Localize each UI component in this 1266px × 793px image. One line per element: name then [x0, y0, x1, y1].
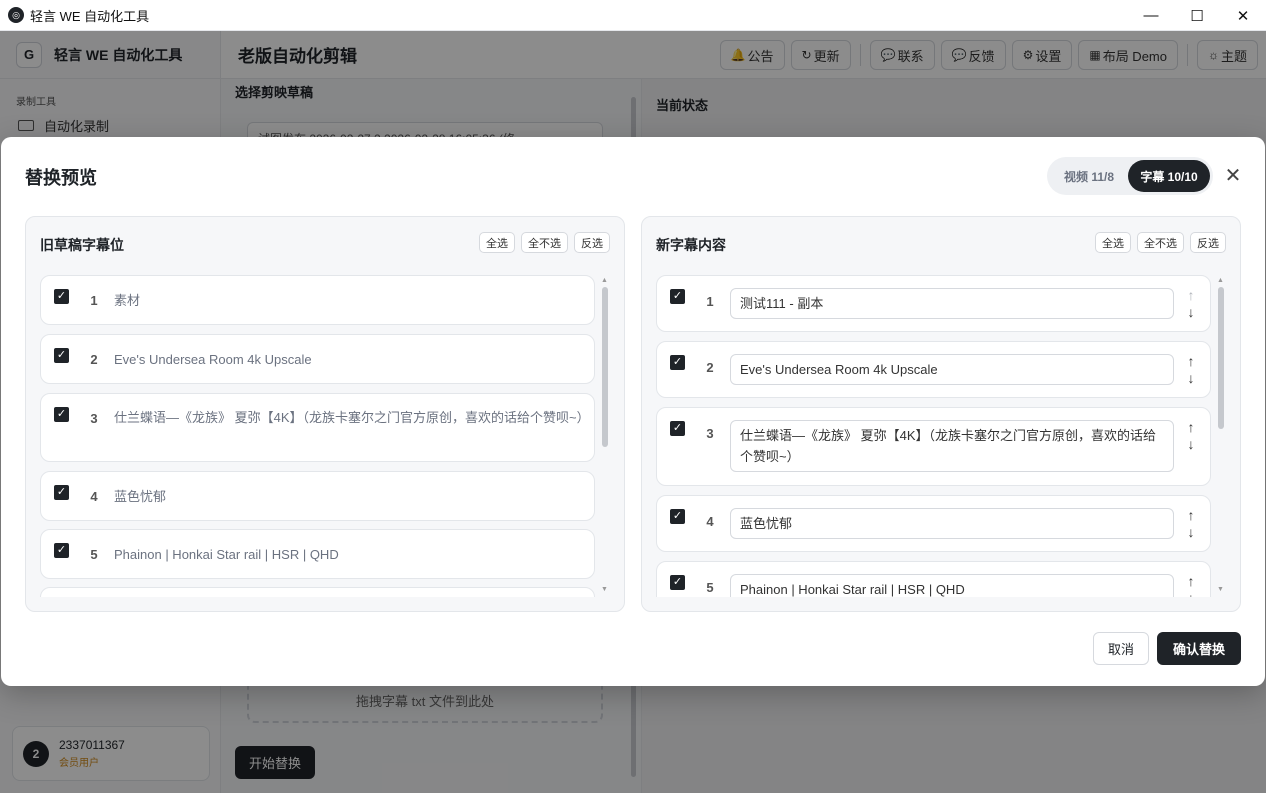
item-text: Eve's Undersea Room 4k Upscale	[114, 352, 312, 367]
new-select-all-button[interactable]: 全选	[1095, 232, 1131, 253]
new-subtitles-list: ✓ 1 测试111 - 副本 ↑ ↓ ✓ 2 Eve's Undersea Ro…	[656, 275, 1216, 597]
move-down-icon[interactable]: ↓	[1188, 304, 1195, 321]
checkbox[interactable]: ✓	[54, 543, 69, 558]
reorder-controls: ↑ ↓	[1183, 419, 1199, 453]
subtitle-input[interactable]: 测试111 - 副本	[730, 288, 1174, 319]
reorder-controls: ↑ ↓	[1183, 507, 1199, 541]
move-up-icon[interactable]: ↑	[1188, 419, 1195, 436]
item-text: 素材	[114, 293, 141, 308]
old-select-none-button[interactable]: 全不选	[521, 232, 568, 253]
modal-title: 替换预览	[25, 168, 97, 188]
move-up-icon[interactable]: ↑	[1188, 573, 1195, 590]
move-up-icon[interactable]: ↑	[1188, 287, 1195, 304]
scroll-up-icon[interactable]: ▲	[1217, 277, 1224, 284]
item-index: 2	[706, 360, 714, 375]
checkbox[interactable]: ✓	[54, 485, 69, 500]
cancel-button[interactable]: 取消	[1093, 632, 1149, 665]
reorder-controls: ↑ ↓	[1183, 287, 1199, 321]
item-text: Phainon | Honkai Star rail | HSR | QHD	[114, 547, 339, 562]
maximize-button[interactable]: ☐	[1174, 0, 1220, 31]
list-item: ✓ 4 蓝色忧郁 ↑ ↓	[656, 495, 1211, 552]
list-item	[40, 587, 595, 597]
item-index: 1	[90, 293, 98, 308]
preview-tab-switch: 视频 11/8 字幕 10/10	[1047, 157, 1213, 195]
old-select-all-button[interactable]: 全选	[479, 232, 515, 253]
tab-subtitles[interactable]: 字幕 10/10	[1128, 160, 1210, 192]
new-invert-selection-button[interactable]: 反选	[1190, 232, 1226, 253]
checkbox[interactable]: ✓	[670, 421, 685, 436]
minimize-button[interactable]: —	[1128, 0, 1174, 31]
item-index: 5	[90, 547, 98, 562]
item-index: 5	[706, 580, 714, 595]
item-index: 1	[706, 294, 714, 309]
item-index: 3	[706, 426, 714, 441]
list-item: ✓ 3 仕兰蝶语—《龙族》 夏弥【4K】（龙族卡塞尔之门官方原创，喜欢的话给个赞…	[656, 407, 1211, 486]
new-subtitles-card: 新字幕内容 全选 全不选 反选 ✓ 1 测试111 - 副本 ↑ ↓ ✓ 2 E…	[641, 216, 1241, 612]
move-down-icon[interactable]: ↓	[1188, 590, 1195, 597]
move-up-icon[interactable]: ↑	[1188, 507, 1195, 524]
new-card-title: 新字幕内容	[656, 237, 726, 253]
reorder-controls: ↑ ↓	[1183, 573, 1199, 597]
item-text: 蓝色忧郁	[114, 489, 167, 504]
move-up-icon[interactable]: ↑	[1188, 353, 1195, 370]
new-select-none-button[interactable]: 全不选	[1137, 232, 1184, 253]
close-window-button[interactable]: ✕	[1220, 0, 1266, 31]
checkbox[interactable]: ✓	[670, 575, 685, 590]
old-subtitles-card: 旧草稿字幕位 全选 全不选 反选 ✓ 1 素材 ✓ 2 Eve's Unders…	[25, 216, 625, 612]
window-title: 轻言 WE 自动化工具	[30, 8, 150, 24]
scroll-down-icon[interactable]: ▼	[601, 586, 608, 593]
window-titlebar: ◎ 轻言 WE 自动化工具 — ☐ ✕	[0, 0, 1266, 31]
move-down-icon[interactable]: ↓	[1188, 436, 1195, 453]
subtitle-input[interactable]: Eve's Undersea Room 4k Upscale	[730, 354, 1174, 385]
checkbox[interactable]: ✓	[54, 289, 69, 304]
old-list-scrollbar[interactable]	[602, 287, 608, 447]
old-invert-selection-button[interactable]: 反选	[574, 232, 610, 253]
item-index: 4	[706, 514, 714, 529]
item-index: 4	[90, 489, 98, 504]
checkbox[interactable]: ✓	[670, 289, 685, 304]
scroll-down-icon[interactable]: ▼	[1217, 586, 1224, 593]
list-item: ✓ 1 测试111 - 副本 ↑ ↓	[656, 275, 1211, 332]
old-card-title: 旧草稿字幕位	[40, 237, 124, 253]
subtitle-input[interactable]: 仕兰蝶语—《龙族》 夏弥【4K】（龙族卡塞尔之门官方原创，喜欢的话给个赞呗~）	[730, 420, 1174, 472]
item-index: 3	[90, 411, 98, 426]
checkbox[interactable]: ✓	[670, 355, 685, 370]
app-icon: ◎	[8, 7, 24, 23]
reorder-controls: ↑ ↓	[1183, 353, 1199, 387]
move-down-icon[interactable]: ↓	[1188, 524, 1195, 541]
checkbox[interactable]: ✓	[54, 407, 69, 422]
list-item: ✓ 2 Eve's Undersea Room 4k Upscale ↑ ↓	[656, 341, 1211, 398]
replace-preview-modal: 替换预览 视频 11/8 字幕 10/10 ✕ 旧草稿字幕位 全选 全不选 反选…	[1, 137, 1265, 686]
old-subtitles-list: ✓ 1 素材 ✓ 2 Eve's Undersea Room 4k Upscal…	[40, 275, 600, 597]
item-index: 2	[90, 352, 98, 367]
item-text: 仕兰蝶语—《龙族》 夏弥【4K】（龙族卡塞尔之门官方原创，喜欢的话给个赞呗~）	[114, 410, 590, 425]
confirm-replace-button[interactable]: 确认替换	[1157, 632, 1241, 665]
new-list-scrollbar[interactable]	[1218, 287, 1224, 429]
list-item: ✓ 2 Eve's Undersea Room 4k Upscale	[40, 334, 595, 384]
move-down-icon[interactable]: ↓	[1188, 370, 1195, 387]
checkbox[interactable]: ✓	[54, 348, 69, 363]
subtitle-input[interactable]: 蓝色忧郁	[730, 508, 1174, 539]
tab-video[interactable]: 视频 11/8	[1050, 160, 1128, 192]
checkbox[interactable]: ✓	[670, 509, 685, 524]
list-item: ✓ 5 Phainon | Honkai Star rail | HSR | Q…	[656, 561, 1211, 597]
subtitle-input[interactable]: Phainon | Honkai Star rail | HSR | QHD	[730, 574, 1174, 597]
list-item: ✓ 4 蓝色忧郁	[40, 471, 595, 521]
list-item: ✓ 1 素材	[40, 275, 595, 325]
close-icon[interactable]: ✕	[1222, 164, 1244, 187]
list-item: ✓ 5 Phainon | Honkai Star rail | HSR | Q…	[40, 529, 595, 579]
scroll-up-icon[interactable]: ▲	[601, 277, 608, 284]
list-item: ✓ 3 仕兰蝶语—《龙族》 夏弥【4K】（龙族卡塞尔之门官方原创，喜欢的话给个赞…	[40, 393, 595, 462]
